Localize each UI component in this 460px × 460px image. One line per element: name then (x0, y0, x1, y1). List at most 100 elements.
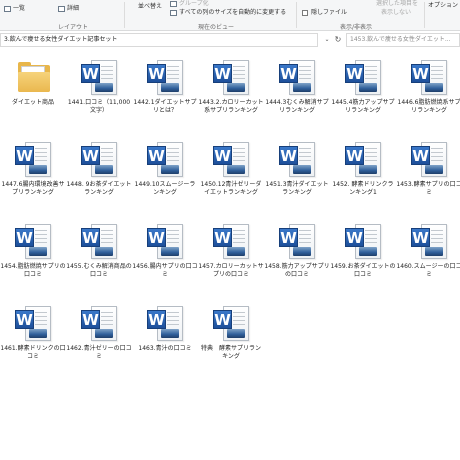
word-doc-icon: W (277, 58, 317, 98)
file-name-label: 1447.6腸内環境改善サプリランキング (1, 181, 65, 196)
search-input[interactable]: 1453.飲んで痩せる女性ダイエット... (346, 33, 460, 47)
file-item[interactable]: W 1449.10スムージーランキング (132, 140, 198, 218)
fit-columns-button[interactable]: すべての列のサイズを自動的に変更する (170, 9, 286, 17)
file-item[interactable]: W 1452. 酵素ドリンクランキング1 (330, 140, 396, 218)
word-doc-icon: W (145, 222, 185, 262)
file-name-label: 1457.カロリーカットサプリの口コミ (198, 263, 264, 278)
file-item[interactable]: W 1450.12青汁ゼリーダイエットランキング (198, 140, 264, 218)
file-name-label: 1459.お茶ダイエットの口コミ (330, 263, 396, 278)
folder-item[interactable]: ダイエット商品 (0, 58, 66, 136)
ribbon: 一覧 詳細 並べ替え グループ化 すべての列のサイズを自動的に変更する 隠しファ… (0, 0, 460, 31)
ribbon-separator (296, 2, 297, 28)
details-icon (58, 5, 65, 12)
word-doc-icon: W (211, 140, 251, 180)
word-doc-icon: W (79, 304, 119, 344)
file-name-label: 1442.1ダイエットサプリとは？ (133, 99, 197, 114)
word-doc-icon: W (79, 222, 119, 262)
file-name-label: 1452. 酵素ドリンクランキング1 (332, 181, 394, 196)
file-item[interactable]: W 1443.2.カロリーカット系サプリランキング (198, 58, 264, 136)
file-item[interactable]: W 1453.酵素サプリの口コミ (396, 140, 460, 218)
checkbox-icon (302, 9, 308, 16)
ribbon-separator (124, 2, 125, 28)
hidden-files-checkbox[interactable]: 隠しファイル (302, 9, 347, 17)
file-name-label: 1460.スムージーの口コミ (396, 263, 460, 278)
file-item[interactable]: W 1456.腸内サプリの口コミ (132, 222, 198, 300)
file-item[interactable]: W 1444.3むくみ解消サプリランキング (264, 58, 330, 136)
address-dropdown-button[interactable]: ⌄ (322, 34, 332, 46)
file-name-label: 1461.酵素ドリンクの口コミ (0, 345, 66, 360)
word-doc-icon: W (145, 140, 185, 180)
refresh-button[interactable]: ↻ (333, 34, 343, 46)
file-name-label: 1455.むくみ解消商品の口コミ (66, 263, 132, 278)
file-name-label: 1446.6脂肪燃焼系サプリランキング (397, 99, 460, 114)
refresh-icon: ↻ (334, 35, 342, 44)
word-doc-icon: W (145, 58, 185, 98)
file-name-label: 1456.腸内サプリの口コミ (132, 263, 198, 278)
chevron-down-icon: ⌄ (324, 36, 330, 43)
word-doc-icon: W (343, 140, 383, 180)
file-item[interactable]: W 1455.むくみ解消商品の口コミ (66, 222, 132, 300)
file-name-label: 1458.筋力アップサプリの口コミ (264, 263, 330, 278)
word-doc-icon: W (211, 58, 251, 98)
hide-selected-label-line2: 表示しない (381, 9, 412, 16)
address-row: 3.飲んで痩せる女性ダイエット記事セット ⌄ ↻ 1453.飲んで痩せる女性ダイ… (0, 33, 460, 47)
word-doc-icon: W (409, 222, 449, 262)
options-button[interactable]: オプション (428, 2, 458, 10)
file-item[interactable]: W 1458.筋力アップサプリの口コミ (264, 222, 330, 300)
word-doc-icon: W (79, 140, 119, 180)
file-item[interactable]: W 1445.4筋力アップサプリランキング (330, 58, 396, 136)
group-label-show-hide: 表示/非表示 (340, 24, 373, 31)
file-name-label: 1450.12青汁ゼリーダイエットランキング (200, 181, 262, 196)
file-name-label: 1451.3青汁ダイエットランキング (265, 181, 329, 196)
file-name-label: 1441.口コミ（11,000文字） (67, 99, 131, 114)
file-item[interactable]: W 1441.口コミ（11,000文字） (66, 58, 132, 136)
file-name-label: 1448. 9お茶ダイエットランキング (66, 181, 132, 196)
sort-button[interactable]: 並べ替え (138, 3, 162, 11)
file-item[interactable]: W 1460.スムージーの口コミ (396, 222, 460, 300)
word-doc-icon: W (211, 222, 251, 262)
address-bar[interactable]: 3.飲んで痩せる女性ダイエット記事セット (0, 33, 318, 47)
file-item[interactable]: W 1447.6腸内環境改善サプリランキング (0, 140, 66, 218)
list-icon (4, 5, 11, 12)
word-doc-icon: W (277, 222, 317, 262)
word-doc-icon: W (13, 140, 53, 180)
details-view-option[interactable]: 詳細 (58, 5, 79, 13)
file-name-label: 1445.4筋力アップサプリランキング (331, 99, 395, 114)
file-name-label: 1444.3むくみ解消サプリランキング (265, 99, 329, 114)
word-doc-icon: W (79, 58, 119, 98)
file-item[interactable]: W 1463.青汁の口コミ (132, 304, 198, 382)
group-label-layout: レイアウト (58, 24, 89, 31)
group-icon (170, 0, 177, 7)
word-doc-icon: W (211, 304, 251, 344)
file-item[interactable]: W 1454.脂肪燃焼サプリの口コミ (0, 222, 66, 300)
group-label-current-view: 現在のビュー (198, 24, 235, 31)
file-name-label: ダイエット商品 (12, 99, 54, 106)
word-doc-icon: W (409, 140, 449, 180)
file-item[interactable]: W 1457.カロリーカットサプリの口コミ (198, 222, 264, 300)
file-item[interactable]: W 1451.3青汁ダイエットランキング (264, 140, 330, 218)
file-name-label: 特典 酵素サプリランキング (200, 345, 261, 360)
file-item[interactable]: W 1459.お茶ダイエットの口コミ (330, 222, 396, 300)
file-item[interactable]: W 1442.1ダイエットサプリとは？ (132, 58, 198, 136)
word-doc-icon: W (343, 58, 383, 98)
word-doc-icon: W (145, 304, 185, 344)
word-doc-icon: W (13, 222, 53, 262)
file-item[interactable]: W 1461.酵素ドリンクの口コミ (0, 304, 66, 382)
file-item[interactable]: W 1462.青汁ゼリーの口コミ (66, 304, 132, 382)
list-view-option[interactable]: 一覧 (4, 5, 25, 13)
group-by-button[interactable]: グループ化 (170, 0, 209, 8)
word-doc-icon: W (343, 222, 383, 262)
file-name-label: 1463.青汁の口コミ (138, 345, 192, 352)
file-name-label: 1453.酵素サプリの口コミ (396, 181, 460, 196)
file-name-label: 1443.2.カロリーカット系サプリランキング (198, 99, 264, 114)
file-item[interactable]: W 1448. 9お茶ダイエットランキング (66, 140, 132, 218)
fit-columns-icon (170, 9, 177, 16)
file-name-label: 1462.青汁ゼリーの口コミ (66, 345, 132, 360)
word-doc-icon: W (277, 140, 317, 180)
file-item[interactable]: W 1446.6脂肪燃焼系サプリランキング (396, 58, 460, 136)
file-item[interactable]: W 特典 酵素サプリランキング (198, 304, 264, 382)
file-name-label: 1454.脂肪燃焼サプリの口コミ (0, 263, 66, 278)
ribbon-separator (424, 2, 425, 28)
hide-selected-button[interactable]: 選択した項目を (376, 0, 418, 8)
word-doc-icon: W (409, 58, 449, 98)
